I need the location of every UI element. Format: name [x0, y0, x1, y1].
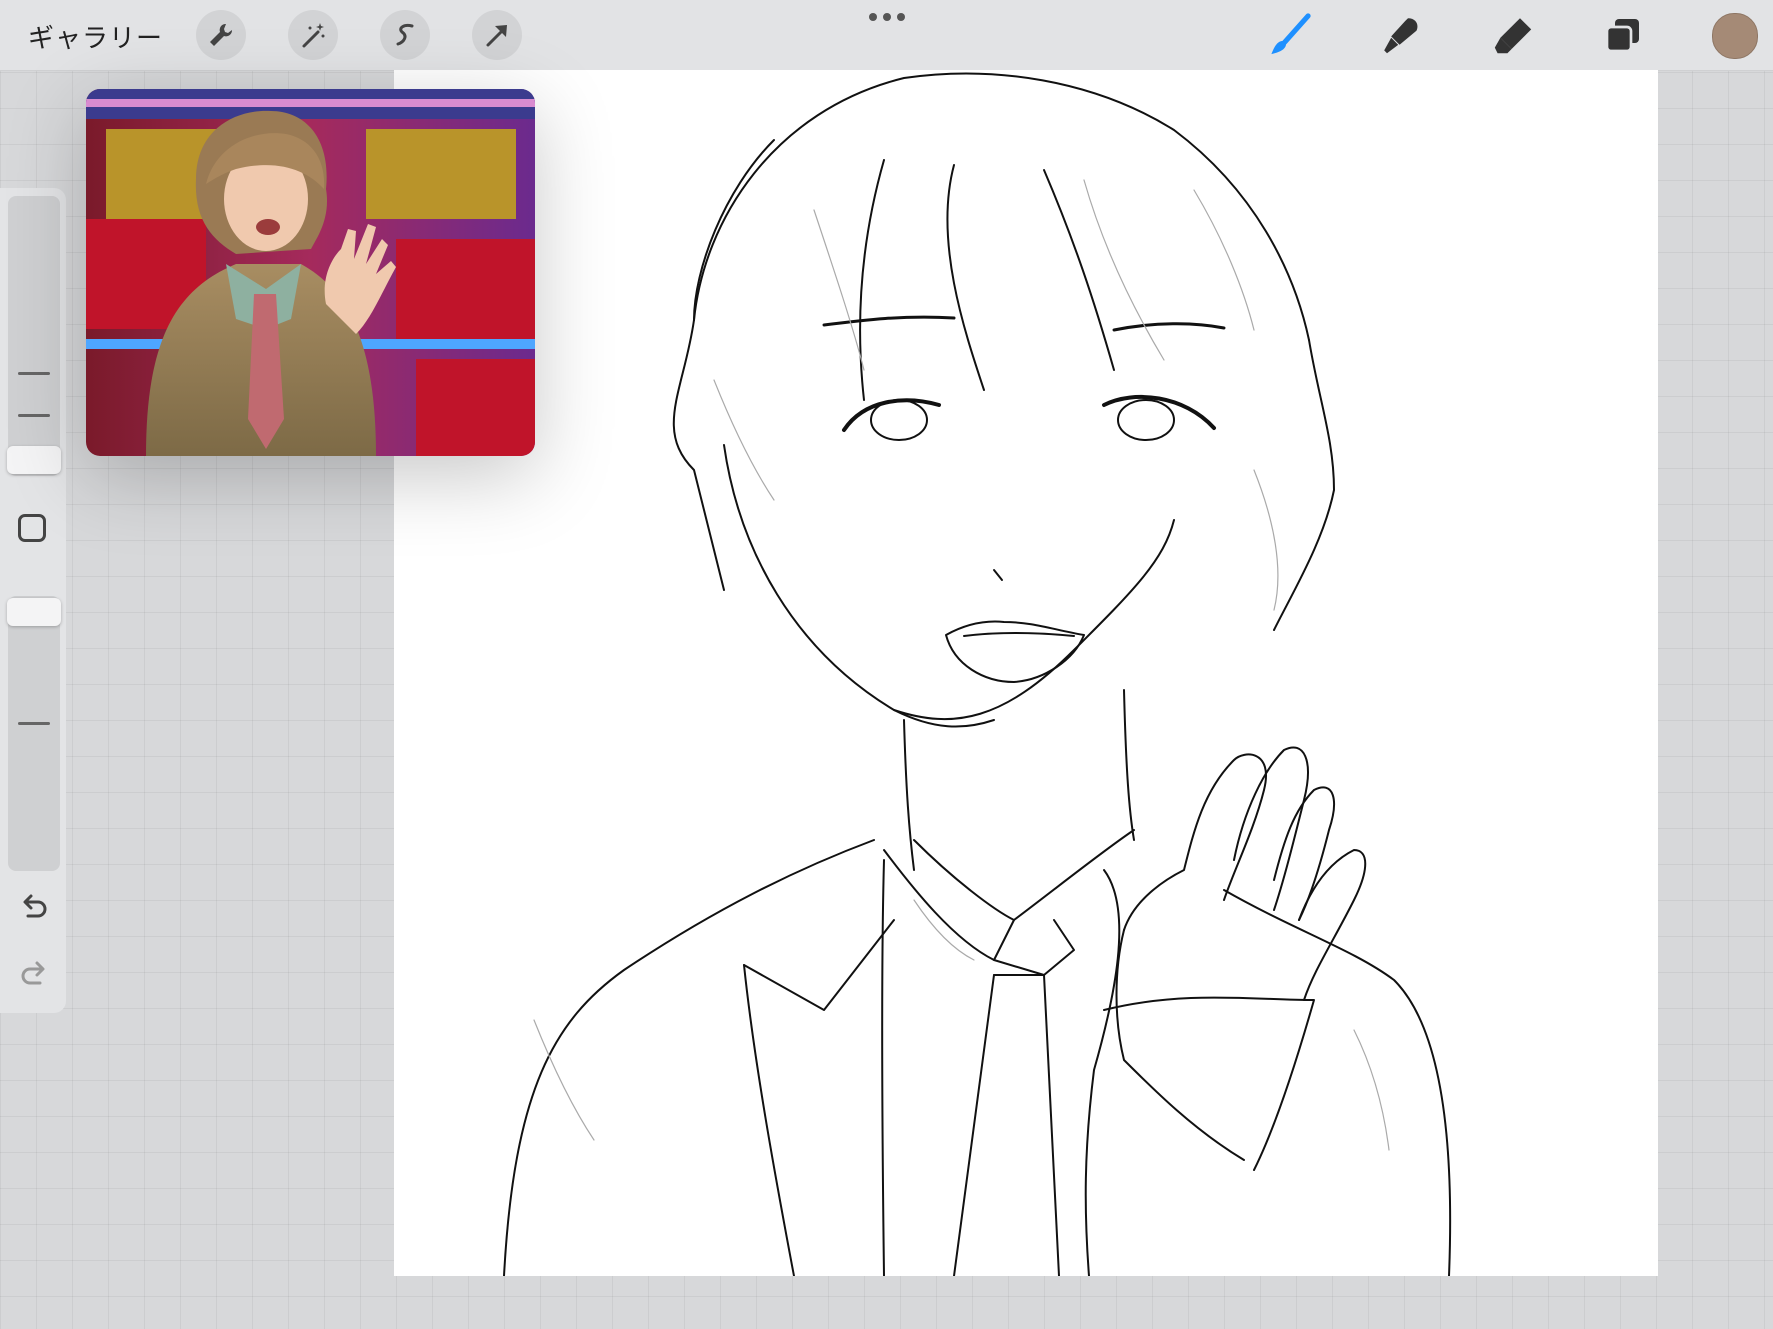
undo-button[interactable] [14, 886, 54, 926]
adjustments-button[interactable] [288, 10, 338, 60]
undo-icon [23, 894, 47, 918]
layers-button[interactable] [1598, 10, 1648, 60]
color-picker-button[interactable] [1712, 13, 1758, 59]
smudge-icon [1384, 18, 1418, 54]
modify-button[interactable] [18, 514, 46, 542]
reference-image [86, 89, 535, 456]
slider-thumb[interactable] [7, 598, 61, 626]
top-toolbar: ギャラリー [0, 0, 1773, 71]
reference-photo[interactable] [86, 89, 535, 456]
slider-tick [18, 372, 50, 375]
brush-icon [1271, 13, 1311, 55]
grabber-dot [869, 13, 877, 21]
toolbar-grabber[interactable] [868, 10, 906, 24]
magic-wand-icon [302, 23, 325, 48]
grabber-dot [897, 13, 905, 21]
redo-icon [21, 961, 45, 985]
eraser-tool-button[interactable] [1488, 10, 1538, 60]
opacity-slider[interactable] [7, 596, 61, 871]
brush-size-slider[interactable] [7, 196, 61, 476]
slider-tick [18, 722, 50, 725]
transform-arrow-icon [486, 25, 507, 47]
selection-icon [396, 24, 414, 46]
redo-button[interactable] [14, 953, 54, 993]
slider-tick [18, 414, 50, 417]
layers-icon [1605, 19, 1639, 53]
transform-button[interactable] [472, 10, 522, 60]
actions-button[interactable] [196, 10, 246, 60]
gallery-button[interactable]: ギャラリー [28, 18, 163, 55]
eraser-icon [1494, 18, 1532, 54]
brush-tool-button[interactable] [1264, 10, 1314, 60]
left-sidebar [0, 188, 66, 1013]
wrench-icon [210, 23, 233, 46]
grabber-dot [883, 13, 891, 21]
smudge-tool-button[interactable] [1376, 10, 1426, 60]
selection-button[interactable] [380, 10, 430, 60]
line-art-drawing [503, 72, 1452, 1276]
slider-thumb[interactable] [7, 446, 61, 474]
drawing-canvas[interactable] [394, 70, 1658, 1276]
